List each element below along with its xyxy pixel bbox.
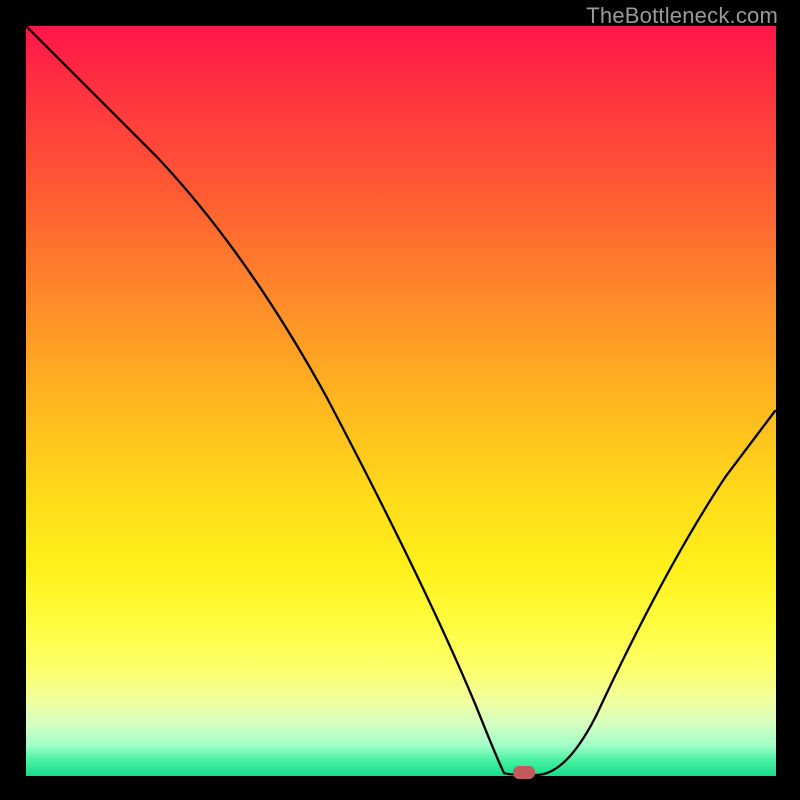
bottleneck-curve [26, 26, 776, 776]
chart-frame: TheBottleneck.com [0, 0, 800, 800]
plot-area [26, 26, 776, 776]
optimal-marker [513, 766, 535, 779]
curve-path [27, 27, 775, 775]
